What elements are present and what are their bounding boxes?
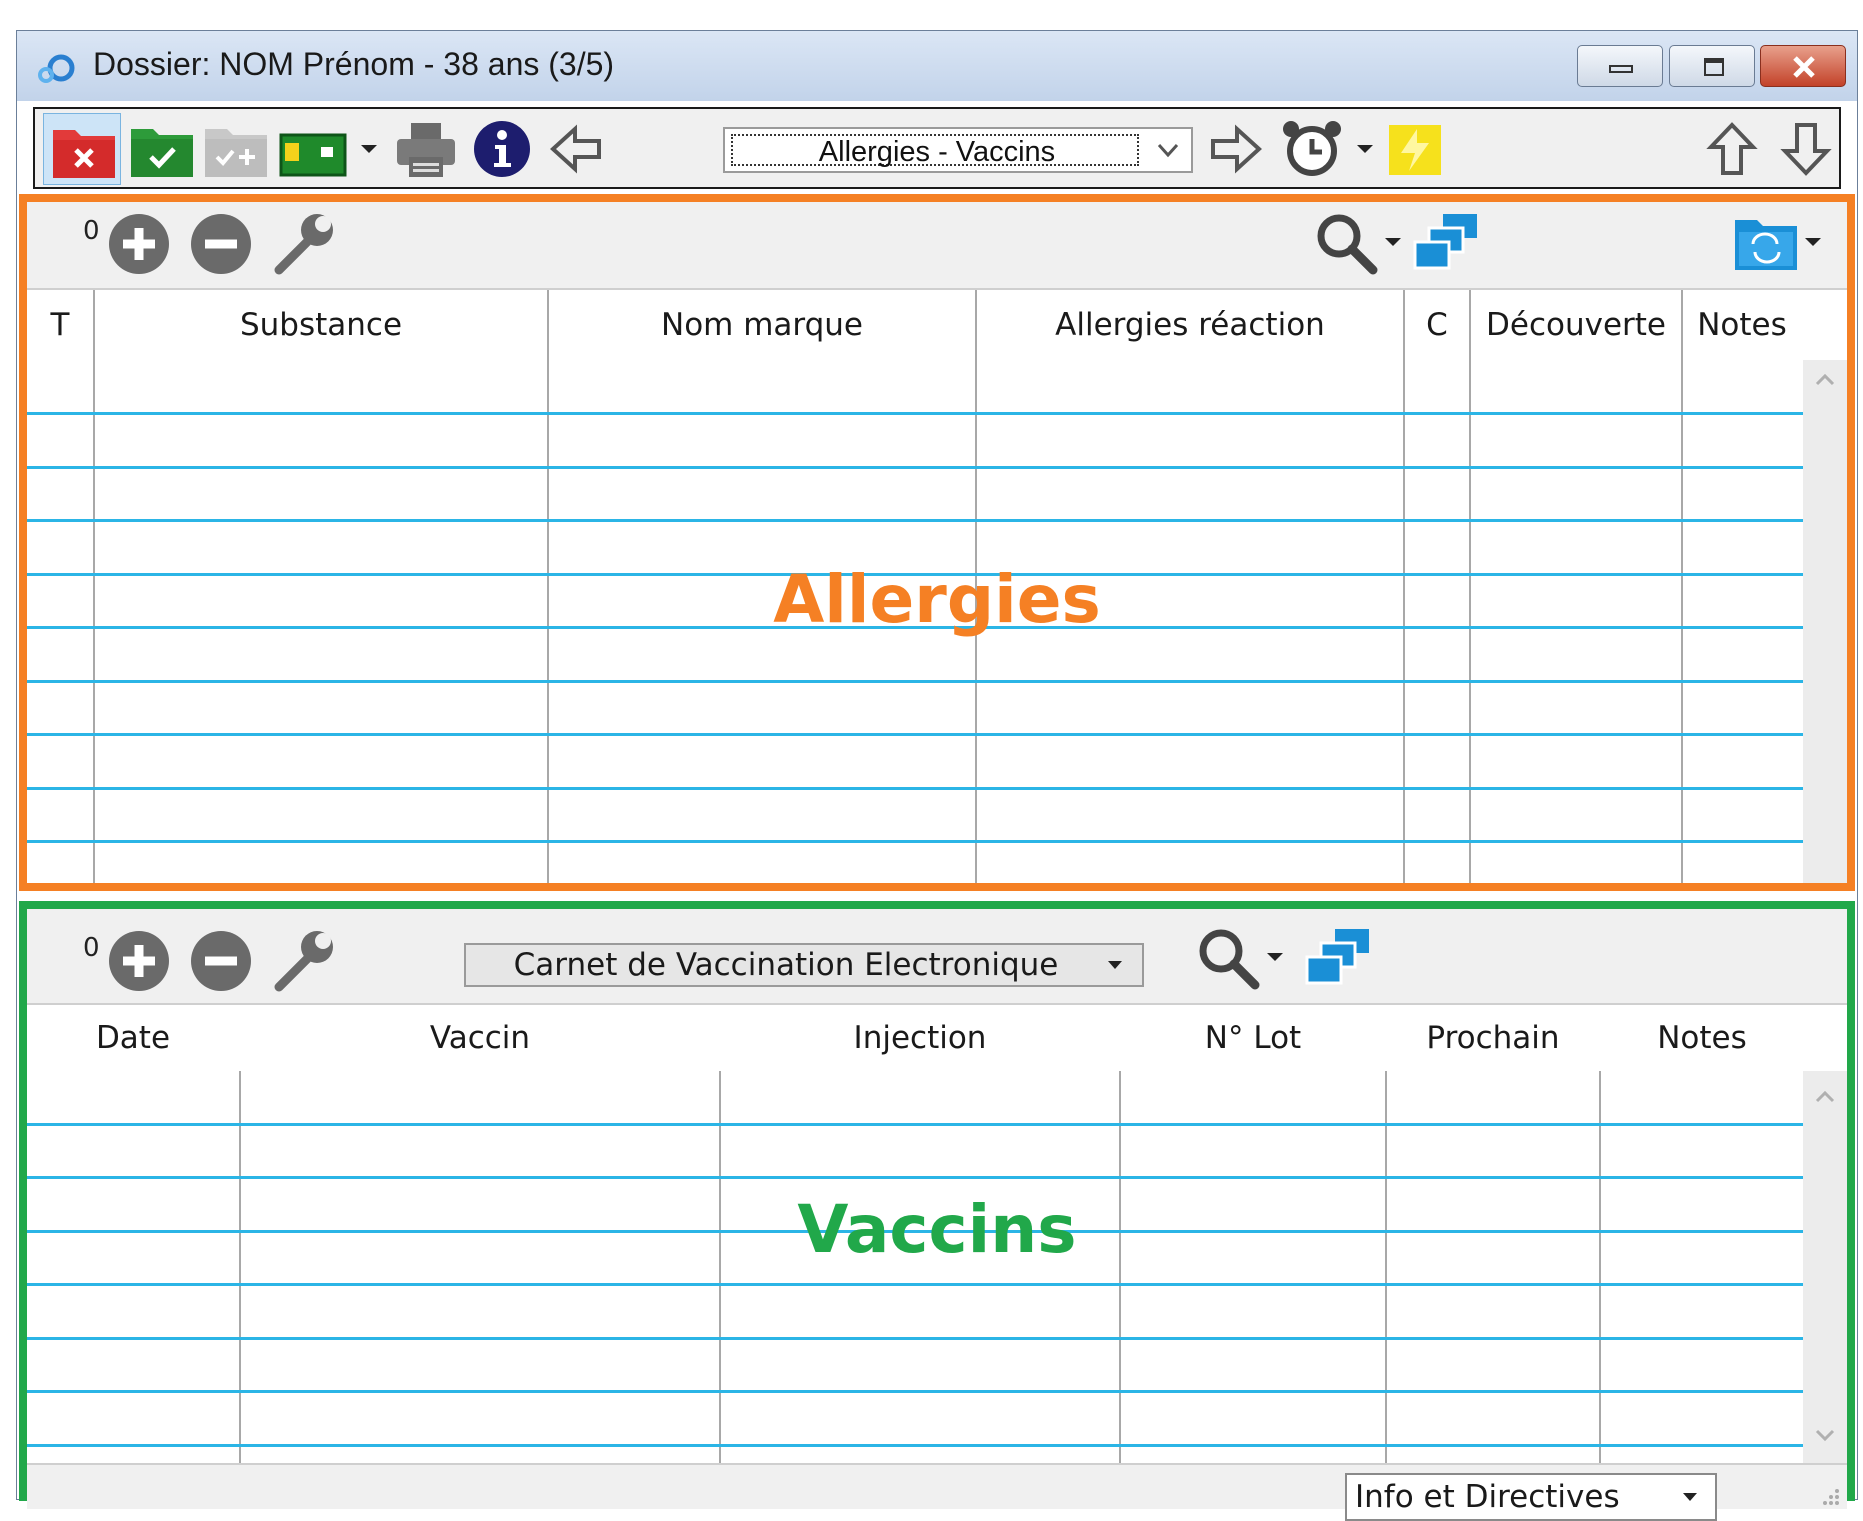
table-row[interactable] xyxy=(27,1176,1803,1179)
scroll-up-icon[interactable] xyxy=(1813,370,1837,388)
alarm-dropdown-arrow-icon[interactable] xyxy=(1353,119,1377,179)
search-icon[interactable] xyxy=(1197,927,1261,993)
column-header-date[interactable]: Date xyxy=(27,1005,239,1071)
close-window-button[interactable] xyxy=(1760,45,1846,87)
arrow-up-icon[interactable] xyxy=(1703,119,1761,179)
folder-refresh-icon[interactable] xyxy=(1733,210,1799,278)
table-row[interactable] xyxy=(27,840,1803,843)
alarm-clock-icon[interactable] xyxy=(1275,119,1349,179)
table-row[interactable] xyxy=(27,1444,1803,1447)
column-header-discovery[interactable]: Découverte xyxy=(1471,290,1681,360)
card-reader-icon[interactable] xyxy=(277,119,351,179)
card-dropdown-arrow-icon[interactable] xyxy=(357,119,381,179)
add-allergy-icon[interactable] xyxy=(107,212,171,276)
allergies-panel: 0 T Substance Nom marque Allergies réact… xyxy=(19,194,1855,891)
maximize-button[interactable] xyxy=(1669,45,1755,87)
table-row[interactable] xyxy=(27,519,1803,522)
section-select[interactable]: Allergies - Vaccins xyxy=(723,127,1193,173)
wrench-icon[interactable] xyxy=(271,927,337,993)
scroll-up-icon[interactable] xyxy=(1813,1087,1837,1105)
info-icon[interactable] xyxy=(471,119,533,179)
search-icon[interactable] xyxy=(1315,212,1379,278)
minimize-button[interactable] xyxy=(1577,45,1663,87)
search-dropdown-arrow-icon[interactable] xyxy=(1263,929,1287,989)
column-header-c[interactable]: C xyxy=(1405,290,1469,360)
status-bar: Info et Directives xyxy=(27,1463,1847,1521)
wrench-icon[interactable] xyxy=(271,210,337,276)
allergies-header: T Substance Nom marque Allergies réactio… xyxy=(27,290,1847,360)
remove-allergy-icon[interactable] xyxy=(189,212,253,276)
vaccination-record-select[interactable]: Carnet de Vaccination Electronique xyxy=(464,943,1144,987)
chevron-down-icon xyxy=(1157,143,1179,158)
column-header-notes[interactable]: Notes xyxy=(1601,1005,1803,1071)
folder-validate-icon[interactable] xyxy=(129,119,195,179)
chevron-down-icon xyxy=(1683,1493,1697,1501)
folder-refresh-dropdown-arrow-icon[interactable] xyxy=(1801,214,1825,274)
table-row[interactable] xyxy=(27,412,1803,415)
column-header-reaction[interactable]: Allergies réaction xyxy=(977,290,1403,360)
column-header-notes[interactable]: Notes xyxy=(1683,290,1801,360)
allergies-section-label: Allergies xyxy=(773,561,1101,638)
info-directives-select-value: Info et Directives xyxy=(1355,1479,1620,1515)
main-toolbar: Allergies - Vaccins xyxy=(33,107,1841,189)
close-icon xyxy=(1793,56,1815,78)
stack-windows-icon[interactable] xyxy=(1305,925,1373,993)
table-row[interactable] xyxy=(27,1283,1803,1286)
printer-icon[interactable] xyxy=(393,119,459,179)
stack-windows-icon[interactable] xyxy=(1413,210,1481,278)
table-row[interactable] xyxy=(27,466,1803,469)
arrow-right-icon[interactable] xyxy=(1207,119,1265,179)
vaccins-header: Date Vaccin Injection N° Lot Prochain No… xyxy=(27,1005,1847,1071)
app-logo-icon xyxy=(38,54,75,83)
allergies-table: T Substance Nom marque Allergies réactio… xyxy=(27,290,1847,883)
table-row[interactable] xyxy=(27,1390,1803,1393)
vaccins-count: 0 xyxy=(83,933,100,963)
section-select-value: Allergies - Vaccins xyxy=(818,136,1056,168)
lightning-note-icon[interactable] xyxy=(1387,119,1445,179)
allergies-count: 0 xyxy=(83,216,100,246)
info-directives-select[interactable]: Info et Directives xyxy=(1345,1473,1717,1521)
column-header-brand-name[interactable]: Nom marque xyxy=(549,290,975,360)
column-header-substance[interactable]: Substance xyxy=(95,290,547,360)
table-row[interactable] xyxy=(27,787,1803,790)
folder-add-icon[interactable] xyxy=(203,119,269,179)
table-row[interactable] xyxy=(27,1337,1803,1340)
column-header-vaccine[interactable]: Vaccin xyxy=(241,1005,719,1071)
remove-vaccine-icon[interactable] xyxy=(189,929,253,993)
column-header-injection[interactable]: Injection xyxy=(721,1005,1119,1071)
window-title: Dossier: NOM Prénom - 38 ans (3/5) xyxy=(93,46,615,82)
folder-close-icon xyxy=(53,130,115,178)
vaccination-record-select-value: Carnet de Vaccination Electronique xyxy=(513,947,1059,983)
vaccins-section-label: Vaccins xyxy=(797,1191,1077,1268)
allergies-toolbar: 0 xyxy=(27,202,1847,290)
close-file-button[interactable] xyxy=(43,113,121,185)
vaccins-panel: 0 Carnet de Vaccination Electronique Dat… xyxy=(19,901,1855,1521)
resize-grip-icon[interactable] xyxy=(1819,1485,1841,1507)
column-header-lot-number[interactable]: N° Lot xyxy=(1121,1005,1385,1071)
chevron-down-icon xyxy=(1108,961,1122,969)
section-select-focus: Allergies - Vaccins xyxy=(731,134,1139,168)
vaccins-table: Date Vaccin Injection N° Lot Prochain No… xyxy=(27,1005,1847,1463)
add-vaccine-icon[interactable] xyxy=(107,929,171,993)
table-row[interactable] xyxy=(27,680,1803,683)
table-row[interactable] xyxy=(27,1123,1803,1126)
arrow-down-icon[interactable] xyxy=(1777,119,1835,179)
arrow-left-icon[interactable] xyxy=(547,119,605,179)
column-header-type[interactable]: T xyxy=(27,290,93,360)
title-bar[interactable]: Dossier: NOM Prénom - 38 ans (3/5) xyxy=(17,31,1857,101)
maximize-icon xyxy=(1704,58,1724,76)
patient-file-window: Dossier: NOM Prénom - 38 ans (3/5) Aller… xyxy=(16,30,1858,1521)
minimize-icon xyxy=(1609,65,1633,73)
search-dropdown-arrow-icon[interactable] xyxy=(1381,214,1405,274)
vaccins-toolbar: 0 Carnet de Vaccination Electronique xyxy=(27,909,1847,1005)
column-header-next[interactable]: Prochain xyxy=(1387,1005,1599,1071)
table-row[interactable] xyxy=(27,733,1803,736)
scroll-down-icon[interactable] xyxy=(1813,1427,1837,1445)
